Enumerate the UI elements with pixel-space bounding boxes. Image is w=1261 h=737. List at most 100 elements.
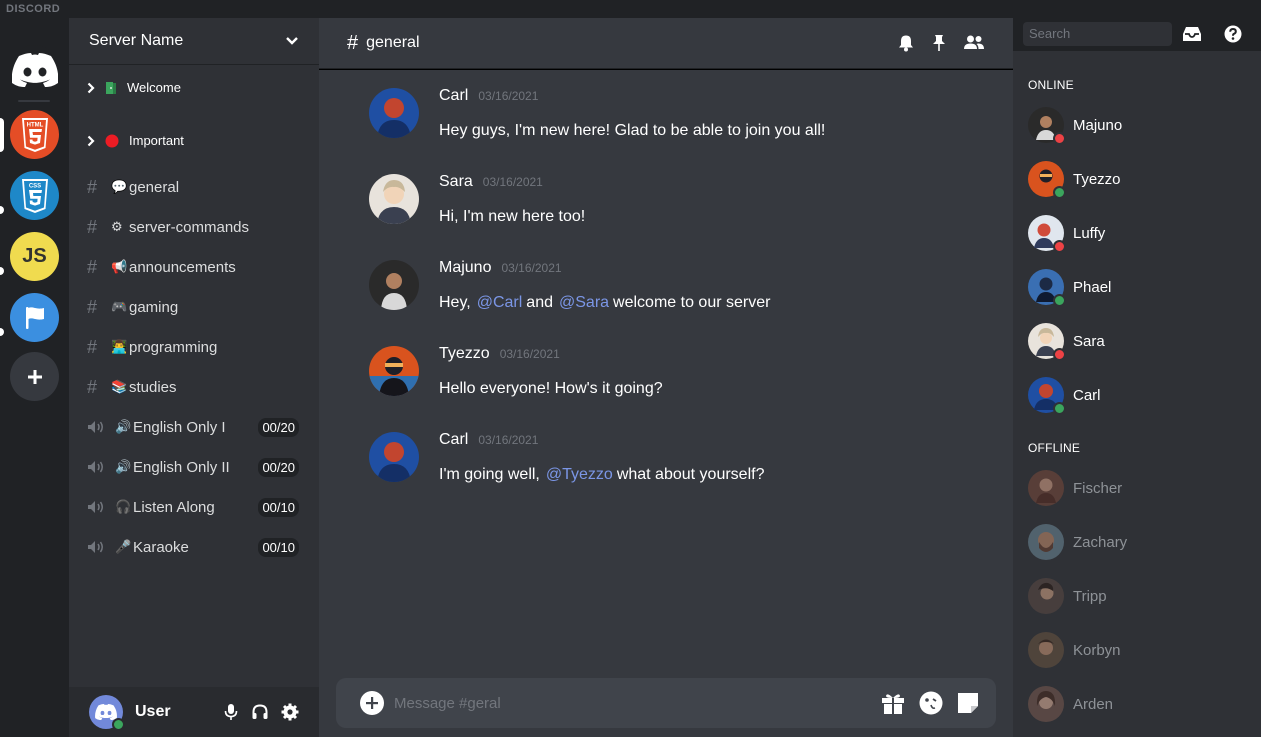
search-input[interactable]: Search: [1023, 22, 1172, 46]
channel-server-commands[interactable]: # ⚙ server-commands: [87, 211, 309, 243]
headphones-icon[interactable]: [251, 703, 269, 721]
member-name: Carl: [1073, 386, 1101, 404]
avatar[interactable]: [89, 695, 125, 731]
message-author[interactable]: Sara: [439, 173, 473, 190]
help-icon[interactable]: [1224, 25, 1242, 43]
voice-channel-listen-along[interactable]: 🎧 Listen Along 00/10: [87, 491, 309, 523]
sticker-icon[interactable]: [956, 691, 980, 715]
member-item[interactable]: Korbyn: [1028, 630, 1121, 670]
avatar[interactable]: [369, 432, 419, 482]
loudspeaker-icon: 🔊: [115, 459, 132, 474]
channel-title: general: [366, 34, 420, 51]
member-toolbar: Search: [1013, 18, 1261, 51]
user-panel: User: [69, 687, 319, 737]
channel-gaming[interactable]: # 🎮 gaming: [87, 291, 309, 323]
mention-link[interactable]: @Carl: [477, 294, 523, 311]
speaker-icon: [87, 460, 115, 474]
channel-label: programming: [129, 338, 218, 356]
add-server-button[interactable]: [10, 352, 59, 401]
message-text-part: what about yourself?: [616, 466, 765, 483]
message-input[interactable]: Message #geral: [394, 695, 880, 712]
category-important[interactable]: Important: [87, 133, 184, 148]
username: User: [135, 703, 171, 720]
channel-label: announcements: [129, 258, 236, 276]
message: Carl 03/16/2021 Hey guys, I'm new here! G…: [369, 87, 989, 148]
attach-plus-icon[interactable]: [360, 691, 384, 715]
html-label: HTML: [26, 122, 43, 128]
message-author[interactable]: Tyezzo: [439, 345, 490, 362]
pin-icon[interactable]: [931, 34, 947, 52]
avatar[interactable]: [369, 88, 419, 138]
bell-icon[interactable]: [897, 34, 915, 52]
member-item[interactable]: Tyezzo: [1028, 159, 1121, 199]
member-item[interactable]: Tripp: [1028, 576, 1107, 616]
message-text-part: and: [526, 294, 553, 311]
channel-studies[interactable]: # 📚 studies: [87, 371, 309, 403]
channel-sidebar: Server Name Welcome Important # 💬 genera…: [69, 18, 319, 737]
mention-link[interactable]: @Tyezzo: [546, 466, 613, 483]
brand-label: DISCORD: [6, 3, 61, 15]
chevron-down-icon[interactable]: [285, 36, 299, 46]
category-label: Welcome: [127, 80, 181, 95]
avatar[interactable]: [369, 174, 419, 224]
member-name: Luffy: [1073, 224, 1106, 242]
mention-link[interactable]: @Sara: [559, 294, 609, 311]
gear-icon[interactable]: [281, 703, 299, 721]
member-item[interactable]: Fischer: [1028, 468, 1122, 508]
server-rail: HTML CSS JS: [0, 18, 69, 737]
message-author[interactable]: Majuno: [439, 259, 491, 276]
online-section-label: ONLINE: [1028, 78, 1074, 92]
member-item[interactable]: Sara: [1028, 321, 1105, 361]
avatar[interactable]: [369, 346, 419, 396]
member-name: Fischer: [1073, 479, 1123, 497]
rail-separator: [18, 100, 50, 102]
status-dnd-indicator: [1053, 132, 1066, 145]
member-name: Korbyn: [1073, 641, 1121, 659]
microphone-icon: 🎤: [115, 539, 132, 554]
avatar[interactable]: [369, 260, 419, 310]
inbox-icon[interactable]: [1182, 26, 1202, 42]
voice-channel-english-only-1[interactable]: 🔊 English Only I 00/20: [87, 411, 309, 443]
html5-icon: HTML: [21, 117, 48, 152]
server-css[interactable]: CSS: [10, 171, 59, 220]
hash-icon: #: [87, 176, 98, 197]
channel-general[interactable]: # 💬 general: [87, 171, 309, 203]
user-limit-badge: 00/10: [258, 537, 299, 557]
message-author[interactable]: Carl: [439, 87, 468, 104]
emoji-icon[interactable]: [918, 690, 944, 716]
message-timestamp: 03/16/2021: [501, 261, 562, 275]
message-composer[interactable]: Message #geral: [336, 678, 996, 728]
server-js[interactable]: JS: [10, 232, 59, 281]
member-item[interactable]: Majuno: [1028, 105, 1122, 145]
chevron-right-icon: [87, 82, 95, 93]
user-limit-badge: 00/10: [258, 497, 299, 517]
message-author[interactable]: Carl: [439, 431, 468, 448]
member-item[interactable]: Arden: [1028, 684, 1113, 724]
server-flag[interactable]: [10, 293, 59, 342]
member-item[interactable]: Phael: [1028, 267, 1111, 307]
member-item[interactable]: Zachary: [1028, 522, 1127, 562]
member-name: Tyezzo: [1073, 170, 1121, 188]
avatar: [1028, 377, 1066, 415]
hash-icon: #: [87, 216, 98, 237]
message-text: I'm going well, @Tyezzo what about yoursel…: [439, 466, 764, 484]
home-button[interactable]: [10, 45, 59, 94]
voice-channel-karaoke[interactable]: 🎤 Karaoke 00/10: [87, 531, 309, 563]
member-item[interactable]: Carl: [1028, 375, 1101, 415]
server-header[interactable]: Server Name: [69, 18, 319, 65]
gift-icon[interactable]: [880, 691, 906, 715]
unread-pill: [0, 206, 4, 214]
member-list-scrollbar[interactable]: [1255, 51, 1261, 737]
channel-programming[interactable]: # 👨‍💻 programming: [87, 331, 309, 363]
voice-channel-english-only-2[interactable]: 🔊 English Only II 00/20: [87, 451, 309, 483]
server-html[interactable]: HTML: [10, 110, 59, 159]
member-name: Majuno: [1073, 116, 1123, 134]
avatar: [1028, 269, 1066, 307]
microphone-icon[interactable]: [223, 703, 239, 721]
channel-announcements[interactable]: # 📢 announcements: [87, 251, 309, 283]
member-item[interactable]: Luffy: [1028, 213, 1105, 253]
server-name: Server Name: [89, 32, 184, 49]
members-icon[interactable]: [963, 34, 985, 52]
category-welcome[interactable]: Welcome: [87, 80, 181, 95]
chat-panel: # general Carl 03/16/2021 Hey guys, I'm n…: [319, 18, 1013, 737]
